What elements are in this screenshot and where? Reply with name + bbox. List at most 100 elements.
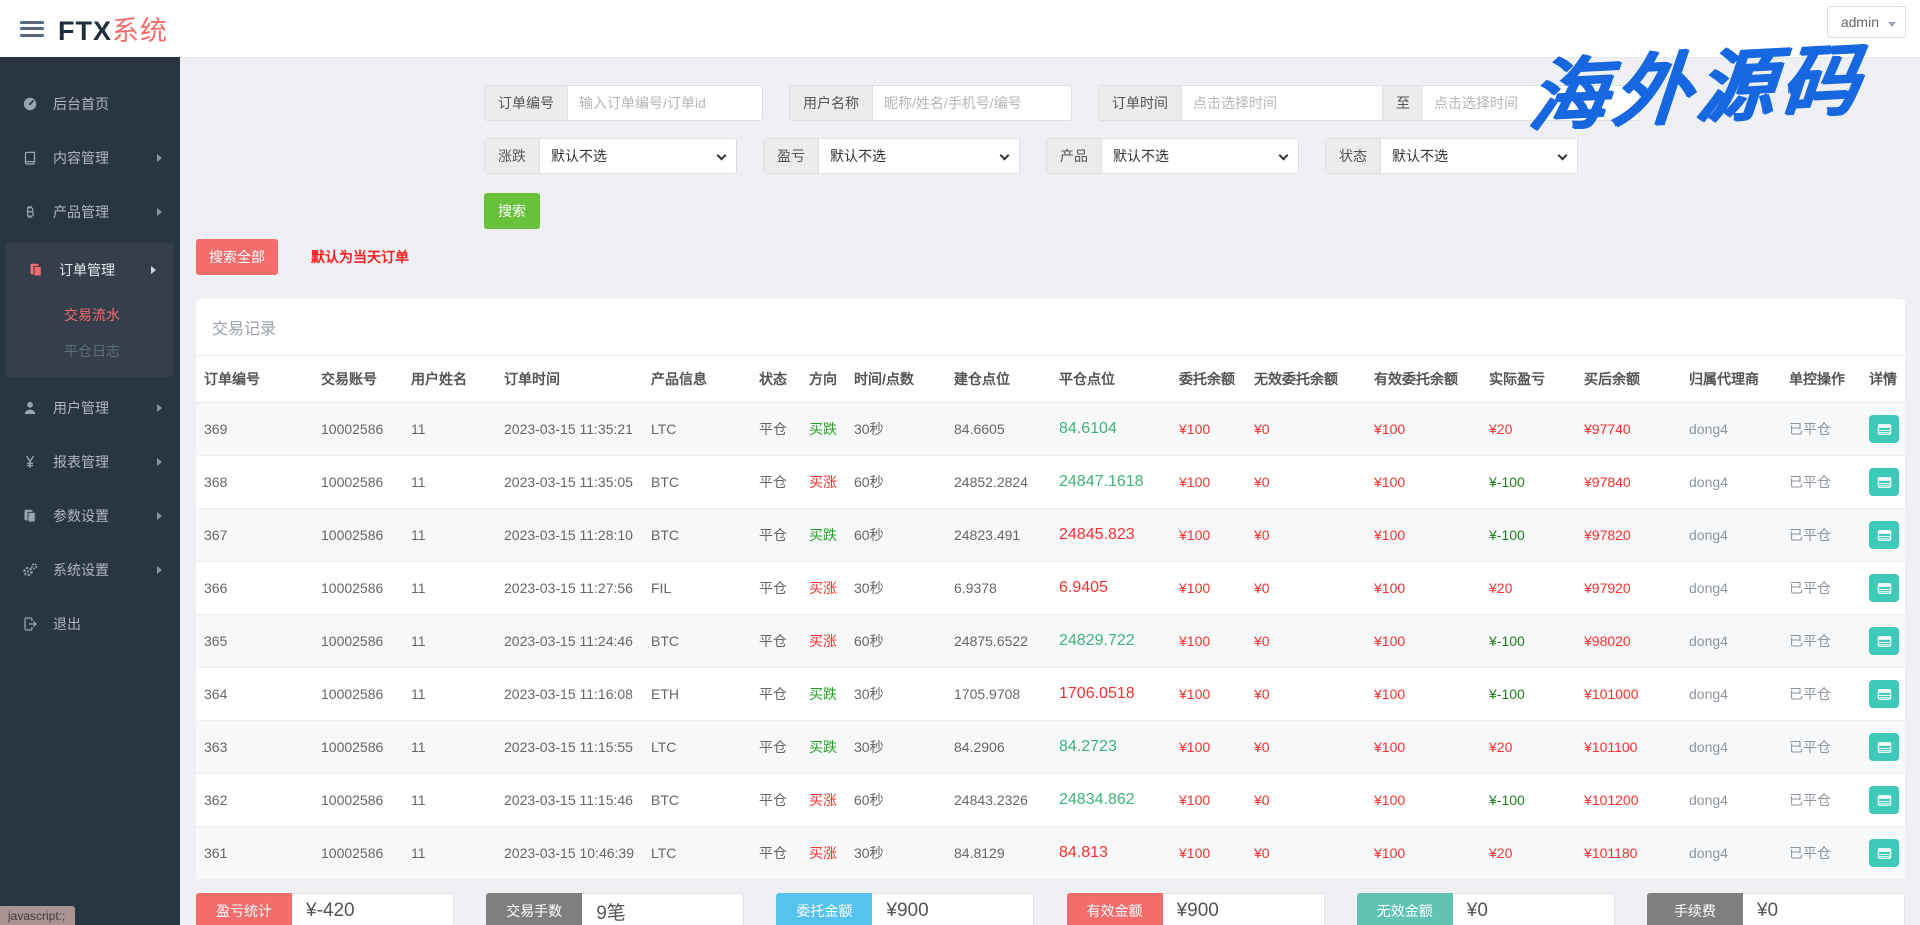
- table-row: 36210002586112023-03-15 11:15:46BTC平仓买涨6…: [196, 774, 1905, 827]
- cell-invalid-entrust: ¥0: [1246, 456, 1366, 509]
- search-all-button[interactable]: 搜索全部: [196, 239, 278, 275]
- detail-button[interactable]: [1869, 468, 1899, 496]
- order-no-input[interactable]: [568, 86, 762, 120]
- product-select[interactable]: 默认不选: [1102, 139, 1298, 173]
- filter-area: 订单编号 用户名称 订单时间 至 涨跌 默认不选 盈亏: [484, 85, 1905, 229]
- cell-agent: dong4: [1681, 774, 1781, 827]
- chevron-right-icon: [157, 512, 162, 520]
- cell-open-point: 1705.9708: [946, 668, 1051, 721]
- cell-account: 10002586: [313, 509, 403, 562]
- sidebar-item-trade-flow[interactable]: 交易流水: [6, 297, 174, 333]
- column-header: 订单时间: [496, 356, 643, 403]
- cell-duration: 60秒: [846, 509, 946, 562]
- trade-table: 订单编号交易账号用户姓名订单时间产品信息状态方向时间/点数建仓点位平仓点位委托余…: [196, 356, 1905, 880]
- time-end-input[interactable]: [1423, 86, 1639, 120]
- sidebar-item-params[interactable]: 参数设置: [0, 489, 180, 543]
- summary-profit-stat: 盈亏统计¥-420: [196, 893, 454, 925]
- cell-direction: 买跌: [801, 403, 846, 456]
- cell-valid-entrust: ¥100: [1366, 721, 1481, 774]
- cell-product: BTC: [643, 509, 751, 562]
- cell-product: LTC: [643, 721, 751, 774]
- cell-duration: 30秒: [846, 403, 946, 456]
- column-header: 状态: [751, 356, 801, 403]
- cell-profit: ¥-100: [1481, 615, 1576, 668]
- cell-detail: [1861, 721, 1905, 774]
- profit-loss-label: 盈亏: [764, 139, 819, 173]
- cell-balance-after: ¥97920: [1576, 562, 1681, 615]
- cell-status: 平仓: [751, 827, 801, 880]
- status-select[interactable]: 默认不选: [1381, 139, 1577, 173]
- column-header: 归属代理商: [1681, 356, 1781, 403]
- menu-toggle-icon[interactable]: [20, 21, 44, 37]
- sidebar-item-close-log[interactable]: 平仓日志: [6, 333, 174, 369]
- sidebar-item-label: 退出: [53, 614, 81, 634]
- table-header-row: 订单编号交易账号用户姓名订单时间产品信息状态方向时间/点数建仓点位平仓点位委托余…: [196, 356, 1905, 403]
- cell-user: 11: [403, 827, 496, 880]
- table-row: 36110002586112023-03-15 10:46:39LTC平仓买涨3…: [196, 827, 1905, 880]
- sidebar-item-report[interactable]: 报表管理: [0, 435, 180, 489]
- cell-product: FIL: [643, 562, 751, 615]
- chevron-right-icon: [157, 458, 162, 466]
- detail-button[interactable]: [1869, 733, 1899, 761]
- chevron-right-icon: [151, 266, 156, 274]
- profit-loss-select[interactable]: 默认不选: [819, 139, 1019, 173]
- summary-value: 9笔: [582, 893, 744, 925]
- detail-icon: [1876, 474, 1893, 491]
- detail-button[interactable]: [1869, 680, 1899, 708]
- cell-profit: ¥20: [1481, 827, 1576, 880]
- cell-product: BTC: [643, 456, 751, 509]
- cell-order-no: 363: [196, 721, 313, 774]
- detail-button[interactable]: [1869, 574, 1899, 602]
- sidebar-item-order[interactable]: 订单管理: [6, 243, 174, 297]
- cell-valid-entrust: ¥100: [1366, 403, 1481, 456]
- cell-agent: dong4: [1681, 721, 1781, 774]
- rise-fall-select[interactable]: 默认不选: [540, 139, 736, 173]
- sidebar-item-system[interactable]: 系统设置: [0, 543, 180, 597]
- cell-control: 已平仓: [1781, 721, 1861, 774]
- chevron-right-icon: [157, 154, 162, 162]
- sidebar-item-user[interactable]: 用户管理: [0, 381, 180, 435]
- status-filter: 状态 默认不选: [1325, 138, 1578, 174]
- summary-invalid-amount: 无效金额¥0: [1357, 893, 1615, 925]
- sidebar-item-product[interactable]: 产品管理: [0, 185, 180, 239]
- cell-invalid-entrust: ¥0: [1246, 562, 1366, 615]
- sidebar-item-content[interactable]: 内容管理: [0, 131, 180, 185]
- cell-direction: 买跌: [801, 721, 846, 774]
- cell-user: 11: [403, 668, 496, 721]
- detail-button[interactable]: [1869, 627, 1899, 655]
- order-time-filter: 订单时间 至: [1098, 85, 1640, 121]
- cell-duration: 30秒: [846, 562, 946, 615]
- cell-order-no: 362: [196, 774, 313, 827]
- user-menu[interactable]: admin: [1827, 6, 1906, 38]
- detail-icon: [1876, 421, 1893, 438]
- cell-status: 平仓: [751, 456, 801, 509]
- detail-button[interactable]: [1869, 521, 1899, 549]
- cell-user: 11: [403, 403, 496, 456]
- cell-duration: 30秒: [846, 827, 946, 880]
- search-button[interactable]: 搜索: [484, 193, 540, 229]
- sidebar-item-dashboard[interactable]: 后台首页: [0, 77, 180, 131]
- column-header: 单控操作: [1781, 356, 1861, 403]
- cell-entrust: ¥100: [1171, 562, 1246, 615]
- time-start-input[interactable]: [1182, 86, 1382, 120]
- cell-time: 2023-03-15 11:27:56: [496, 562, 643, 615]
- sidebar-item-logout[interactable]: 退出: [0, 597, 180, 651]
- detail-button[interactable]: [1869, 415, 1899, 443]
- cell-agent: dong4: [1681, 403, 1781, 456]
- cell-open-point: 84.2906: [946, 721, 1051, 774]
- cell-control: 已平仓: [1781, 456, 1861, 509]
- cell-status: 平仓: [751, 615, 801, 668]
- cell-control: 已平仓: [1781, 403, 1861, 456]
- cell-duration: 30秒: [846, 721, 946, 774]
- summary-trade-count: 交易手数9笔: [486, 893, 744, 925]
- logout-icon: [22, 616, 40, 632]
- detail-button[interactable]: [1869, 839, 1899, 867]
- summary-label: 无效金额: [1357, 893, 1453, 925]
- user-name-input[interactable]: [873, 86, 1071, 120]
- cell-account: 10002586: [313, 403, 403, 456]
- cell-time: 2023-03-15 10:46:39: [496, 827, 643, 880]
- cell-control: 已平仓: [1781, 827, 1861, 880]
- cell-profit: ¥-100: [1481, 456, 1576, 509]
- detail-button[interactable]: [1869, 786, 1899, 814]
- status-tooltip: javascript:;: [0, 906, 75, 925]
